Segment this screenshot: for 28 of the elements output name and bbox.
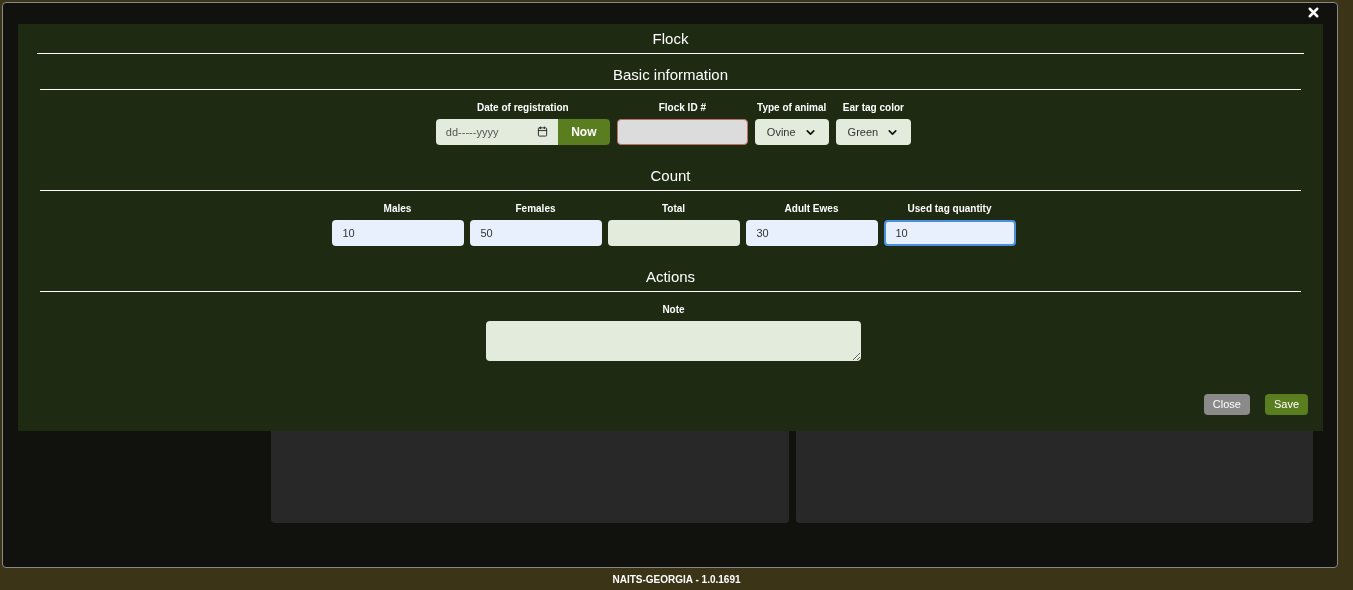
field-label: Total <box>661 204 686 214</box>
field-label: Date of registration <box>477 103 569 113</box>
note-field[interactable] <box>486 321 861 361</box>
number-field[interactable]: 30 <box>745 220 878 246</box>
field-label: Type of animal <box>757 103 827 113</box>
calendar-icon[interactable] <box>536 126 548 137</box>
number-field[interactable]: 50 <box>469 220 602 246</box>
field-label: Ear tag color <box>842 103 904 113</box>
section-title: Basic information <box>612 66 729 84</box>
field-label: Note <box>662 305 685 315</box>
save-button[interactable]: Save <box>1264 394 1308 415</box>
now-button[interactable]: Now <box>557 119 610 145</box>
field-label: Females <box>515 204 556 214</box>
select-field[interactable]: Green <box>835 119 912 145</box>
number-field[interactable]: 10 <box>883 220 1016 246</box>
field-label: Used tag quantity <box>907 204 992 214</box>
modal-title: Flock <box>652 30 689 48</box>
close-icon[interactable] <box>1306 5 1321 20</box>
field-label: Flock ID # <box>658 103 706 113</box>
section-title: Count <box>650 167 691 185</box>
footer-version: NAITS-GEORGIA - 1.0.1691 <box>612 573 741 587</box>
section-title: Actions <box>645 268 696 286</box>
number-field[interactable] <box>607 220 740 246</box>
date-field[interactable]: dd-----yyyy <box>435 119 558 145</box>
number-field[interactable]: 10 <box>331 220 464 246</box>
field-label: Males <box>383 204 412 214</box>
select-field[interactable]: Ovine <box>754 119 829 145</box>
field-label: Adult Ewes <box>784 204 839 214</box>
